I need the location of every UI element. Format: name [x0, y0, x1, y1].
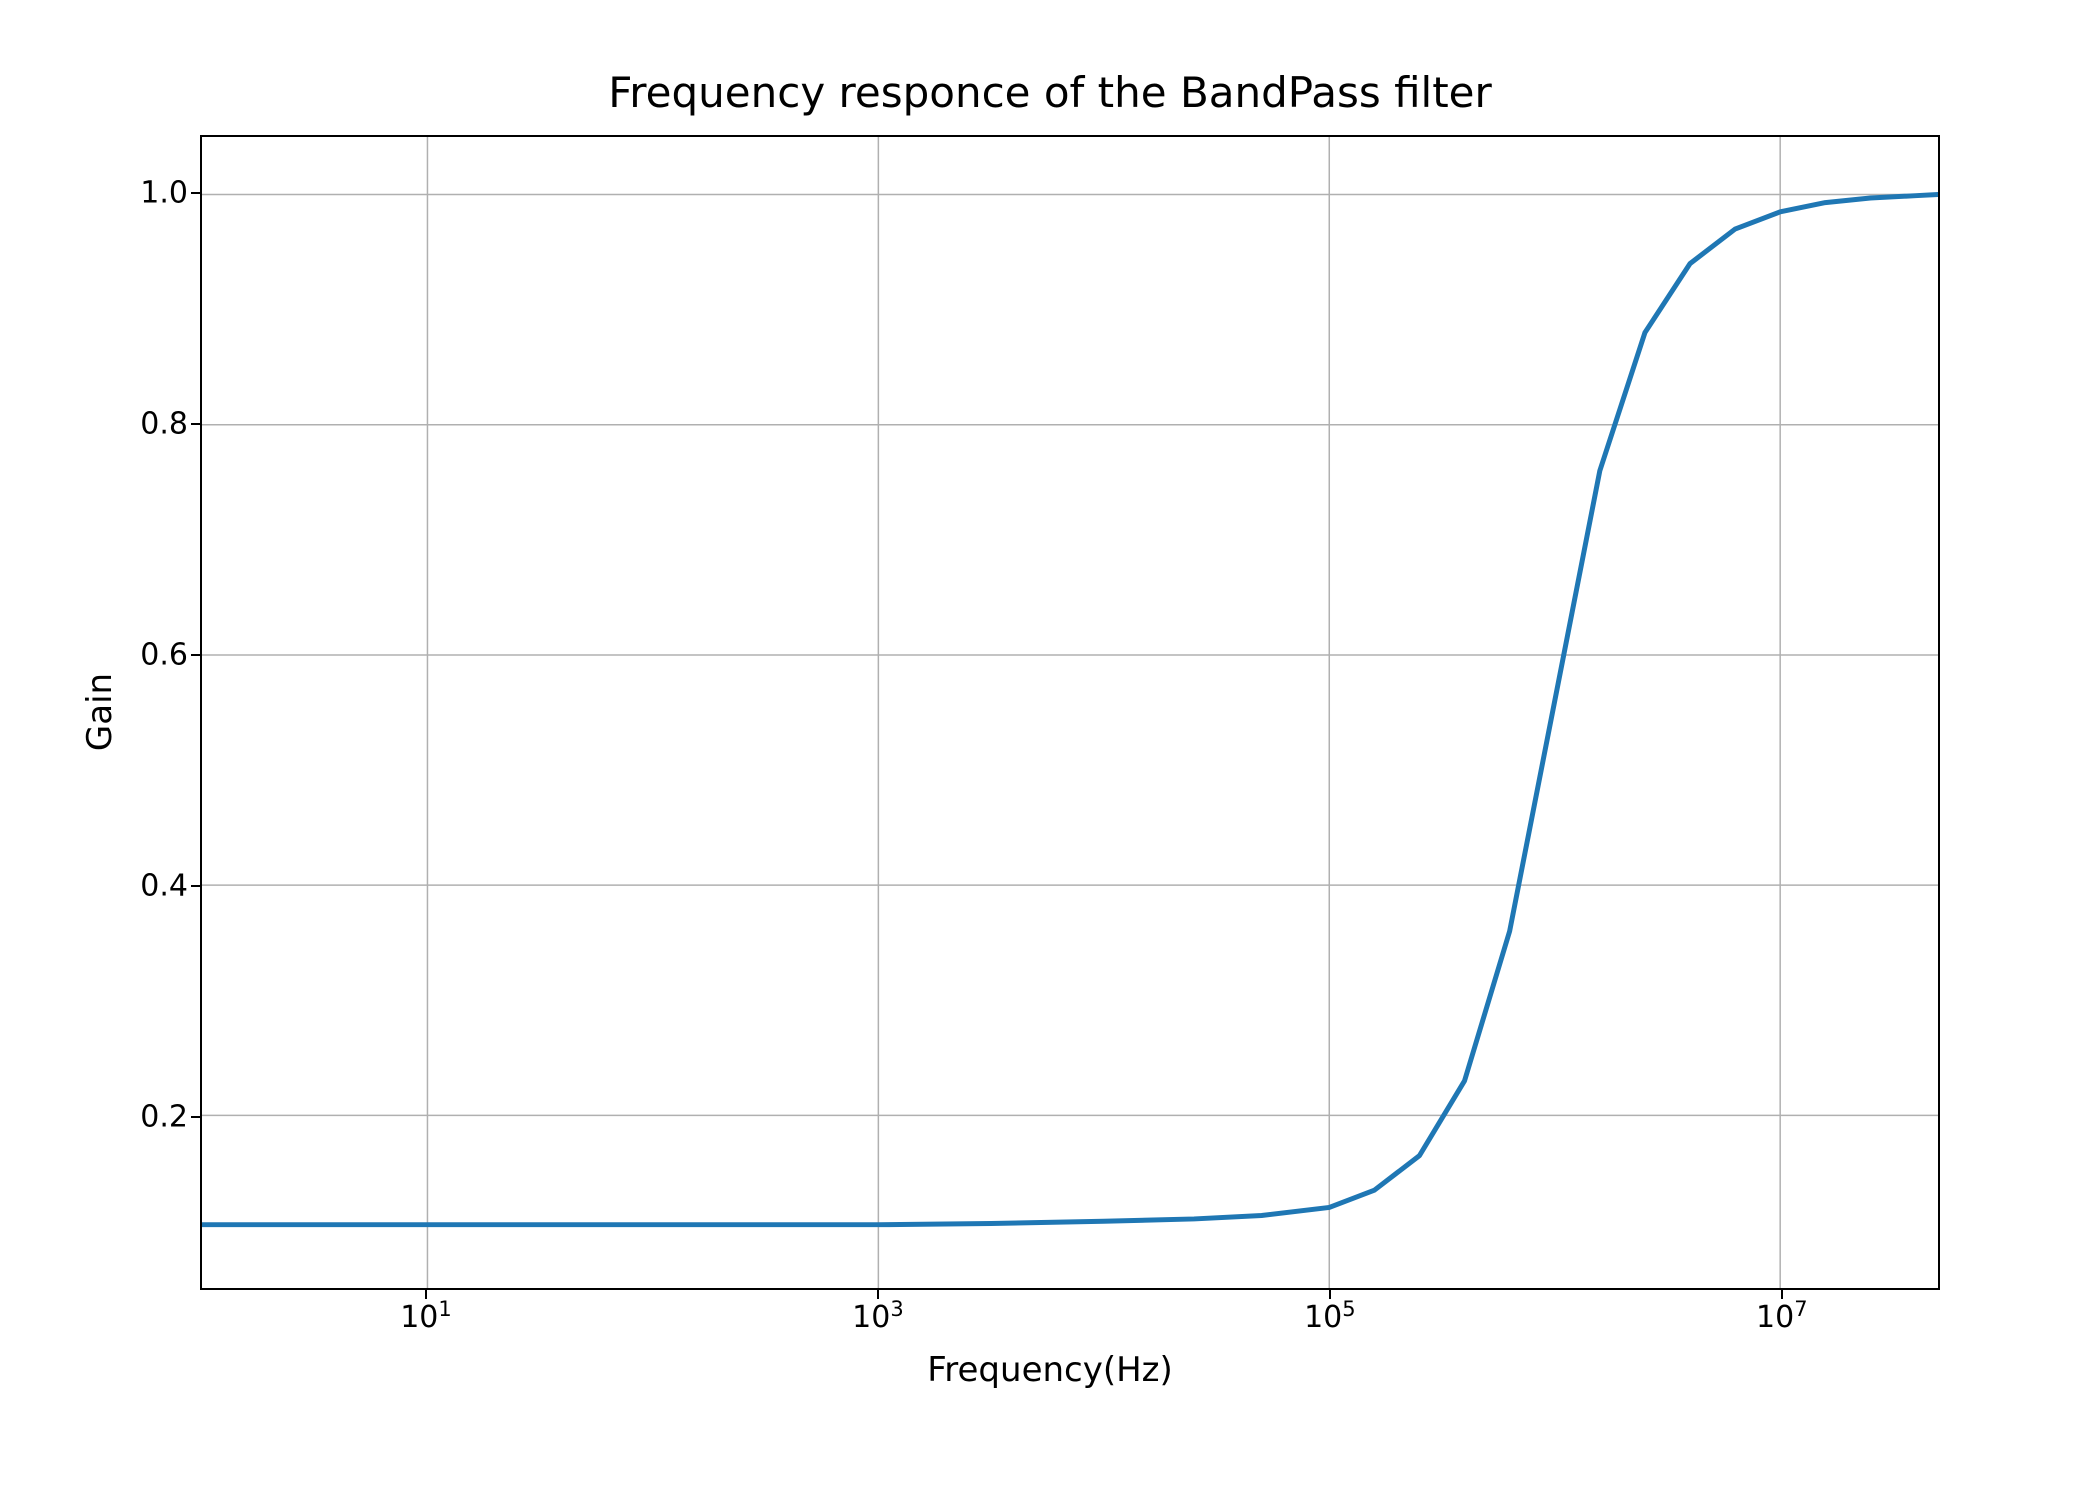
y-tick-label: 1.0 [88, 175, 188, 210]
x-tick-label: 107 [1756, 1297, 1808, 1335]
x-tick-label: 103 [852, 1297, 904, 1335]
chart-svg [202, 137, 1938, 1288]
y-tick-label: 0.6 [88, 637, 188, 672]
y-axis-label: Gain [80, 673, 120, 751]
x-tick-label: 101 [400, 1297, 452, 1335]
y-tick-label: 0.4 [88, 868, 188, 903]
y-tick-label: 0.2 [88, 1099, 188, 1134]
gain-curve [202, 195, 1938, 1225]
y-tick-label: 0.8 [88, 406, 188, 441]
x-tick-label: 105 [1304, 1297, 1356, 1335]
grid-horizontal [202, 195, 1938, 1116]
chart-title: Frequency responce of the BandPass filte… [0, 68, 2100, 117]
plot-area [200, 135, 1940, 1290]
x-axis-label: Frequency(Hz) [0, 1350, 2100, 1390]
